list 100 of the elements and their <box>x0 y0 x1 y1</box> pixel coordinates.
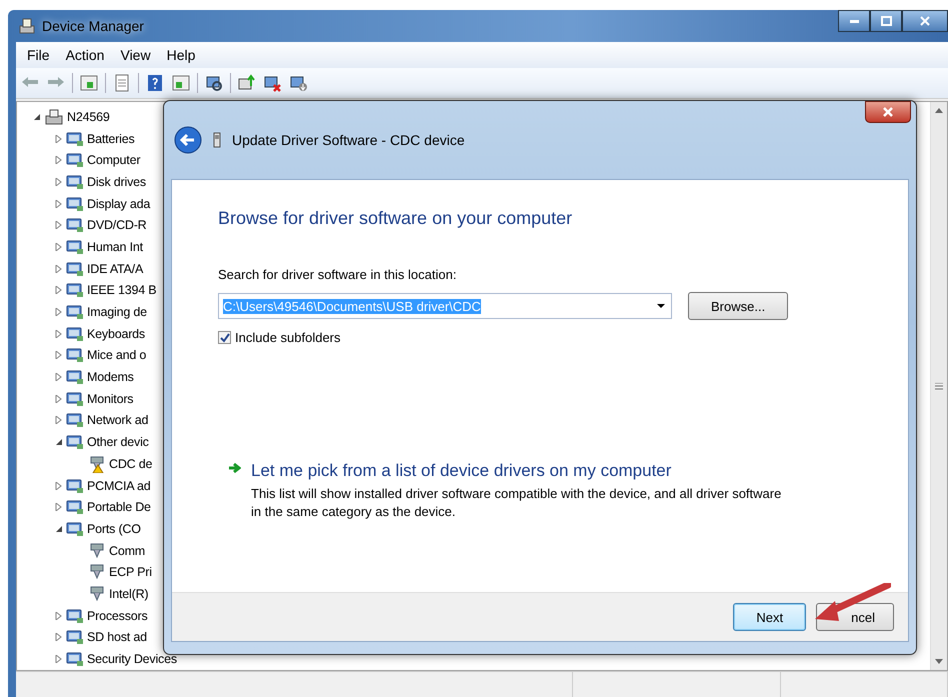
device-icon <box>66 260 84 278</box>
collapsed-arrow-icon[interactable] <box>55 134 63 143</box>
tree-item-label[interactable]: Security Devices <box>87 652 177 666</box>
tree-item-label[interactable]: Display ada <box>87 196 150 211</box>
menu-item[interactable]: Help <box>160 45 202 65</box>
tree-item-label[interactable]: Processors <box>87 608 148 623</box>
help-icon[interactable] <box>145 74 165 92</box>
minimize-button[interactable] <box>838 10 870 32</box>
check-icon <box>220 332 230 342</box>
expanded-arrow-icon[interactable] <box>55 524 63 533</box>
device-icon <box>66 346 84 364</box>
next-button[interactable]: Next <box>733 603 806 631</box>
scroll-down-icon[interactable] <box>935 659 943 664</box>
tree-item-label[interactable]: ECP Pri <box>109 565 152 580</box>
tree-item-label[interactable]: Ports (CO <box>87 522 141 536</box>
device-icon <box>66 303 84 322</box>
panel-icon[interactable] <box>171 74 191 92</box>
menu-item[interactable]: Action <box>58 45 112 65</box>
option-description: This list will show installed driver software compatible with the device, and all driver software in the same category as the device. <box>251 485 782 521</box>
collapsed-arrow-icon[interactable] <box>55 503 63 512</box>
monitor-down-arrow-icon[interactable] <box>289 74 309 92</box>
menu-item[interactable]: View <box>113 45 158 65</box>
maximize-icon <box>880 16 892 26</box>
device-icon <box>66 238 84 256</box>
menu-item[interactable]: File <box>20 45 57 65</box>
collapsed-arrow-icon[interactable] <box>55 286 63 294</box>
device-icon <box>66 520 84 538</box>
collapsed-arrow-icon[interactable] <box>55 633 63 642</box>
dialog-heading: Browse for driver software on your computer <box>218 208 574 229</box>
collapsed-arrow-icon[interactable] <box>55 221 63 230</box>
tree-item-label[interactable]: IDE ATA/A <box>87 262 144 276</box>
collapsed-arrow-icon[interactable] <box>55 330 63 338</box>
maximize-button[interactable] <box>870 10 902 32</box>
tree-item-label[interactable]: DVD/CD-R <box>87 218 147 232</box>
dialog-title: Update Driver Software - CDC device <box>232 132 465 148</box>
tree-item-label[interactable]: Imaging de <box>87 305 147 320</box>
tree-item-label[interactable]: IEEE 1394 B <box>87 283 156 298</box>
tree-item-label[interactable]: Computer <box>87 153 140 168</box>
grip-icon <box>935 382 943 390</box>
close-button[interactable] <box>865 101 911 123</box>
computer-icon <box>18 17 36 35</box>
back-icon[interactable] <box>174 126 202 154</box>
collapsed-arrow-icon[interactable] <box>55 394 63 403</box>
tree-item-label[interactable]: Monitors <box>87 392 134 406</box>
close-icon <box>882 106 894 118</box>
collapsed-arrow-icon[interactable] <box>55 612 63 620</box>
device-icon <box>66 368 84 386</box>
expanded-arrow-icon[interactable] <box>55 438 63 446</box>
collapsed-arrow-icon[interactable] <box>55 308 63 316</box>
collapsed-arrow-icon[interactable] <box>55 242 63 251</box>
collapsed-arrow-icon[interactable] <box>55 373 63 382</box>
collapsed-arrow-icon[interactable] <box>55 156 63 164</box>
collapsed-arrow-icon[interactable] <box>55 482 63 490</box>
collapsed-arrow-icon[interactable] <box>55 264 63 273</box>
monitor-up-arrow-icon[interactable] <box>237 74 257 92</box>
tree-item-label[interactable]: Comm <box>109 544 146 558</box>
tree-item-label[interactable]: N24569 <box>67 110 110 124</box>
window-title: Device Manager <box>42 18 144 34</box>
tree-item-label[interactable]: Human Int <box>87 240 143 254</box>
usb-device-icon <box>212 131 222 149</box>
tree-item-label[interactable]: Modems <box>87 370 134 384</box>
computer-icon <box>44 108 64 126</box>
checkbox[interactable] <box>218 331 231 344</box>
collapsed-arrow-icon[interactable] <box>55 655 63 664</box>
dropdown-arrow-icon <box>657 304 665 308</box>
arrow-icon <box>228 461 241 475</box>
collapsed-arrow-icon[interactable] <box>55 416 63 424</box>
close-icon <box>920 16 930 26</box>
expanded-arrow-icon[interactable] <box>33 112 41 121</box>
tree-item-label[interactable]: Disk drives <box>87 174 146 189</box>
tree-item-label[interactable]: Intel(R) <box>109 586 148 601</box>
device-icon <box>66 411 84 430</box>
collapsed-arrow-icon[interactable] <box>55 178 63 186</box>
tree-item-label[interactable]: CDC de <box>109 456 152 471</box>
tree-item-label[interactable]: Batteries <box>87 132 135 146</box>
collapsed-arrow-icon[interactable] <box>55 351 63 360</box>
device-icon <box>66 194 84 213</box>
checkbox-label: Include subfolders <box>235 330 341 345</box>
device-icon <box>66 628 84 646</box>
close-button[interactable] <box>902 10 948 32</box>
tree-item-label[interactable]: Portable De <box>87 500 151 514</box>
device-icon <box>66 172 84 191</box>
monitor-delete-icon[interactable] <box>263 74 283 92</box>
panel-icon[interactable] <box>79 74 99 92</box>
monitor-search-icon[interactable] <box>204 74 224 92</box>
tree-item-label[interactable]: Keyboards <box>87 326 145 341</box>
minimize-icon <box>850 20 858 22</box>
tree-item-label[interactable]: Network ad <box>87 413 148 428</box>
tree-item-label[interactable]: Mice and o <box>87 348 146 362</box>
device-icon <box>66 650 84 668</box>
browse-button[interactable]: Browse... <box>688 292 788 320</box>
tree-item-label[interactable]: PCMCIA ad <box>87 478 151 493</box>
device-icon <box>66 390 84 408</box>
tree-item-label[interactable]: Other devic <box>87 435 149 450</box>
device-icon <box>66 281 84 300</box>
option-link[interactable]: Let me pick from a list of device drivers on my computer <box>251 461 791 481</box>
scroll-up-icon[interactable] <box>935 108 943 113</box>
scrollbar[interactable] <box>930 102 947 670</box>
collapsed-arrow-icon[interactable] <box>55 200 63 208</box>
tree-item-label[interactable]: SD host ad <box>87 630 147 644</box>
